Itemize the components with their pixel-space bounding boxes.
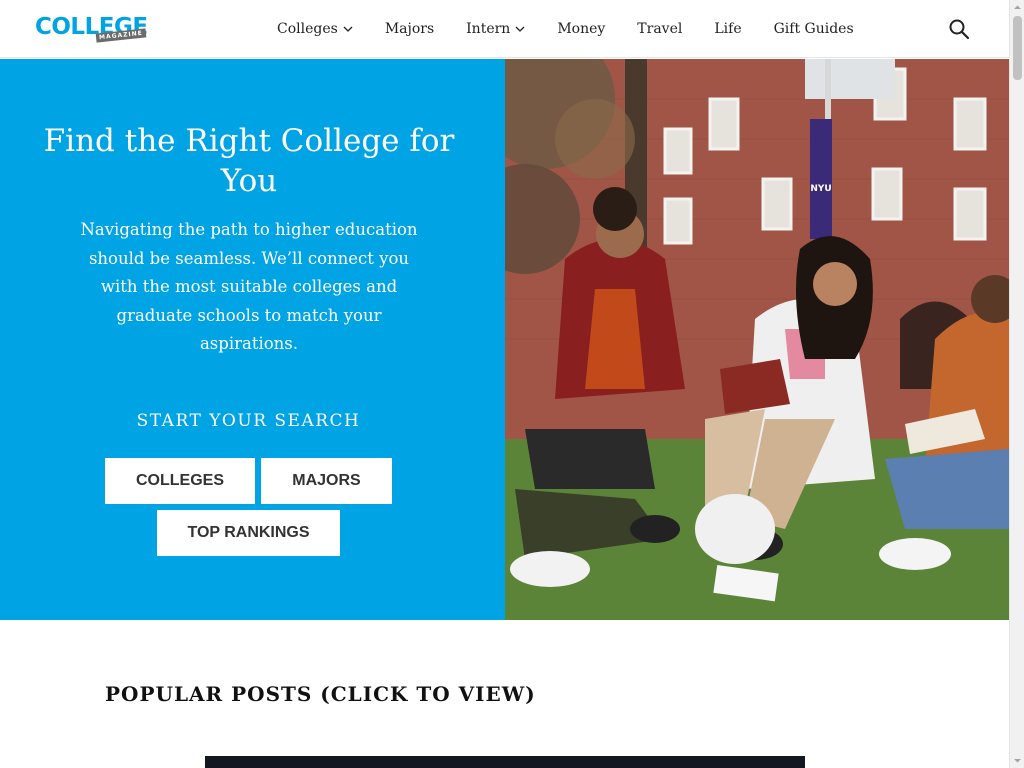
hero-title: Find the Right College for You — [43, 123, 455, 199]
nav-item-colleges[interactable]: Colleges — [277, 21, 353, 37]
hero-panel: Find the Right College for You Navigatin… — [0, 59, 505, 620]
chevron-down-icon — [343, 26, 353, 32]
nav-item-intern[interactable]: Intern — [466, 21, 525, 37]
colleges-button[interactable]: COLLEGES — [105, 458, 255, 504]
page-scrollbar[interactable] — [1009, 0, 1024, 768]
popular-posts-heading: POPULAR POSTS (CLICK TO VIEW) — [105, 682, 536, 706]
popular-post-thumbnail[interactable] — [205, 756, 805, 768]
chevron-down-icon — [515, 26, 525, 32]
nav-item-label: Intern — [466, 21, 511, 37]
top-rankings-button[interactable]: TOP RANKINGS — [157, 510, 340, 556]
start-search-heading: START YOUR SEARCH — [136, 411, 361, 431]
site-logo[interactable]: COLLEGE MAGAZINE — [35, 14, 148, 44]
search-icon[interactable] — [948, 18, 970, 40]
nav-item-gift-guides[interactable]: Gift Guides — [774, 21, 854, 37]
nav-item-label: Life — [714, 21, 742, 37]
nav-item-label: Majors — [384, 21, 435, 37]
nav-item-majors[interactable]: Majors — [385, 21, 434, 37]
majors-button[interactable]: MAJORS — [261, 458, 392, 504]
scroll-thumb[interactable] — [1013, 16, 1022, 80]
hero-photo: NYU — [505, 59, 1009, 620]
scroll-up-arrow-icon[interactable] — [1010, 0, 1024, 15]
site-header: COLLEGE MAGAZINE Colleges Majors Intern … — [0, 0, 1009, 58]
main-nav: Colleges Majors Intern Money Travel Life… — [277, 0, 886, 58]
nav-item-life[interactable]: Life — [714, 21, 741, 37]
nav-item-label: Colleges — [277, 21, 338, 37]
nav-item-label: Money — [557, 21, 606, 37]
scroll-down-arrow-icon[interactable] — [1010, 753, 1024, 768]
nav-item-label: Travel — [637, 21, 683, 37]
nav-item-travel[interactable]: Travel — [637, 21, 682, 37]
nav-item-label: Gift Guides — [773, 21, 854, 37]
students-on-lawn-image: NYU — [505, 59, 1009, 620]
hero-description: Navigating the path to higher education … — [80, 220, 418, 353]
banner-text: NYU — [810, 184, 831, 194]
nav-item-money[interactable]: Money — [557, 21, 605, 37]
